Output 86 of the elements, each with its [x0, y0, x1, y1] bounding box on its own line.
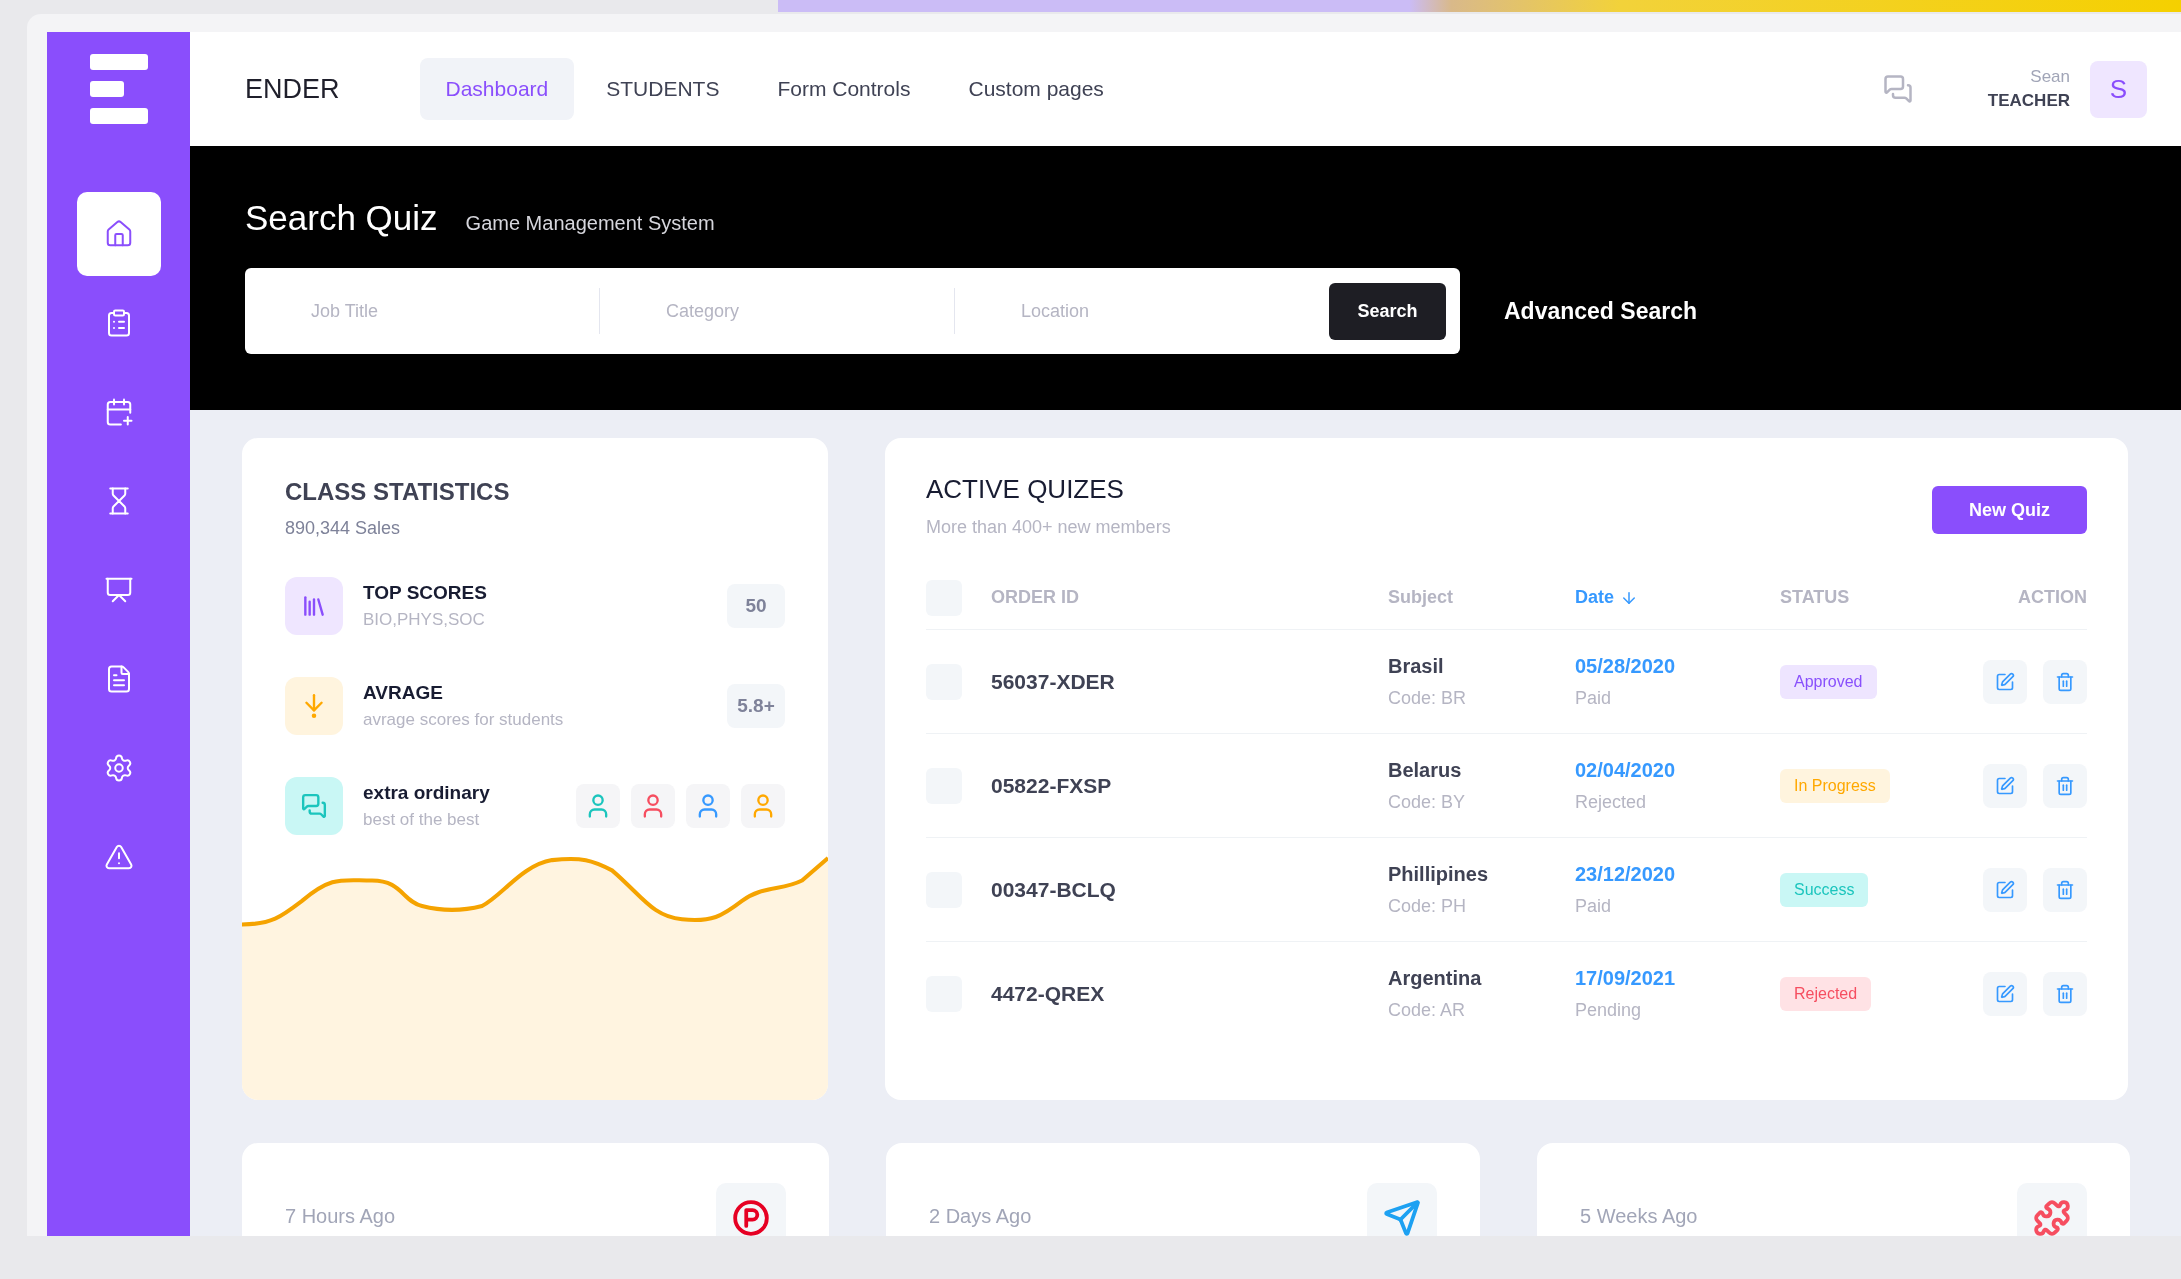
- subject-code: Code: AR: [1388, 1000, 1467, 1021]
- edit-button[interactable]: [1983, 659, 2027, 704]
- order-date: 17/09/2021: [1575, 967, 1677, 990]
- card-subtitle: 890,344 Sales: [285, 518, 402, 539]
- stat-title: AVRAGE: [363, 682, 444, 704]
- card-title: CLASS STATISTICS: [285, 478, 511, 506]
- stat-title: extra ordinary: [363, 782, 490, 804]
- avatar-icon: [741, 784, 785, 828]
- edit-button[interactable]: [1983, 763, 2027, 808]
- stat-value: 5.8+: [727, 684, 785, 728]
- search-button[interactable]: Search: [1329, 282, 1446, 340]
- stat-subtitle: BIO,PHYS,SOC: [363, 610, 486, 630]
- status-badge: Approved: [1780, 664, 1877, 699]
- order-id: 00347-BCLQ: [991, 877, 1117, 902]
- order-id: 56037-XDER: [991, 669, 1116, 694]
- status-badge: In Progress: [1780, 768, 1890, 803]
- sidebar-item[interactable]: [76, 192, 161, 276]
- activity-time: 7 Hours Ago: [285, 1205, 396, 1228]
- order-id: 4472-QREX: [991, 982, 1106, 1006]
- warning-icon: [103, 842, 134, 872]
- logo-icon: [89, 54, 148, 124]
- edit-button[interactable]: [1983, 867, 2027, 912]
- stat-title: TOP SCORES: [363, 582, 487, 604]
- banner-subtitle: Game Management System: [465, 212, 715, 235]
- books-icon: [301, 593, 327, 619]
- payment-state: Rejected: [1575, 791, 1648, 813]
- nav-tab[interactable]: STUDENTS: [580, 58, 746, 120]
- avatar-icon: [631, 784, 675, 828]
- chat-icon: [301, 793, 327, 819]
- user-name: Sean: [2030, 67, 2070, 87]
- subject-name: Argentina: [1388, 967, 1483, 990]
- subject-code: Code: PH: [1388, 895, 1468, 917]
- subject-code: Code: BR: [1388, 687, 1468, 709]
- nav-tab[interactable]: Custom pages: [942, 58, 1130, 120]
- order-date: 02/04/2020: [1575, 758, 1677, 782]
- trash-icon: [2055, 879, 2075, 900]
- edit-button[interactable]: [1983, 972, 2027, 1016]
- edit-icon: [1995, 775, 2015, 796]
- delete-button[interactable]: [2043, 972, 2087, 1016]
- chart-icon: [103, 575, 134, 605]
- edit-icon: [1995, 671, 2015, 692]
- delete-button[interactable]: [2043, 659, 2087, 704]
- card-title: ACTIVE QUIZES: [926, 474, 1125, 505]
- payment-state: Paid: [1575, 895, 1613, 917]
- avatar-icon: [686, 784, 730, 828]
- subject-name: Phillipines: [1388, 862, 1490, 886]
- delete-button[interactable]: [2043, 763, 2087, 808]
- column-header[interactable]: Date: [1575, 566, 1780, 630]
- stat-subtitle: avrage scores for students: [363, 710, 564, 730]
- banner-title: Search Quiz: [245, 198, 438, 238]
- search-field[interactable]: Category: [600, 268, 954, 354]
- payment-state: Paid: [1575, 687, 1613, 709]
- brand-name: ENDER: [245, 73, 340, 105]
- stat-value: 50: [727, 584, 785, 628]
- nav-tab[interactable]: Form Controls: [751, 58, 937, 120]
- search-field[interactable]: Location: [955, 268, 1309, 354]
- card-subtitle: More than 400+ new members: [926, 517, 1171, 538]
- subject-code: Code: BY: [1388, 791, 1467, 813]
- stat-subtitle: best of the best: [363, 810, 481, 830]
- search-field[interactable]: Job Title: [245, 268, 599, 354]
- subject-name: Belarus: [1388, 758, 1463, 782]
- user-role: TEACHER: [1987, 91, 2070, 111]
- circle-p-icon: [732, 1199, 770, 1236]
- status-badge: Rejected: [1780, 977, 1872, 1011]
- paper-plane-icon: [1383, 1199, 1421, 1236]
- edit-icon: [1995, 984, 2015, 1004]
- trash-icon: [2055, 984, 2075, 1004]
- chat-icon[interactable]: [1882, 74, 1913, 104]
- subject-name: Brasil: [1388, 654, 1445, 678]
- status-badge: Success: [1780, 872, 1869, 907]
- order-date: 23/12/2020: [1575, 862, 1677, 886]
- nav-tab[interactable]: Dashboard: [419, 58, 575, 120]
- puzzle-icon: [2033, 1199, 2071, 1236]
- new-quiz-button[interactable]: New Quiz: [1932, 486, 2087, 534]
- user-avatar[interactable]: S: [2090, 60, 2147, 118]
- delete-button[interactable]: [2043, 867, 2087, 912]
- activity-time: 5 Weeks Ago: [1580, 1205, 1698, 1228]
- order-id: 05822-FXSP: [991, 773, 1113, 798]
- edit-icon: [1995, 879, 2015, 900]
- avatar-icon: [576, 784, 620, 828]
- payment-state: Pending: [1575, 1000, 1643, 1021]
- trash-icon: [2055, 671, 2075, 692]
- trash-icon: [2055, 775, 2075, 796]
- advanced-search-link[interactable]: Advanced Search: [1504, 297, 1698, 325]
- activity-time: 2 Days Ago: [929, 1205, 1032, 1228]
- order-date: 05/28/2020: [1575, 654, 1677, 678]
